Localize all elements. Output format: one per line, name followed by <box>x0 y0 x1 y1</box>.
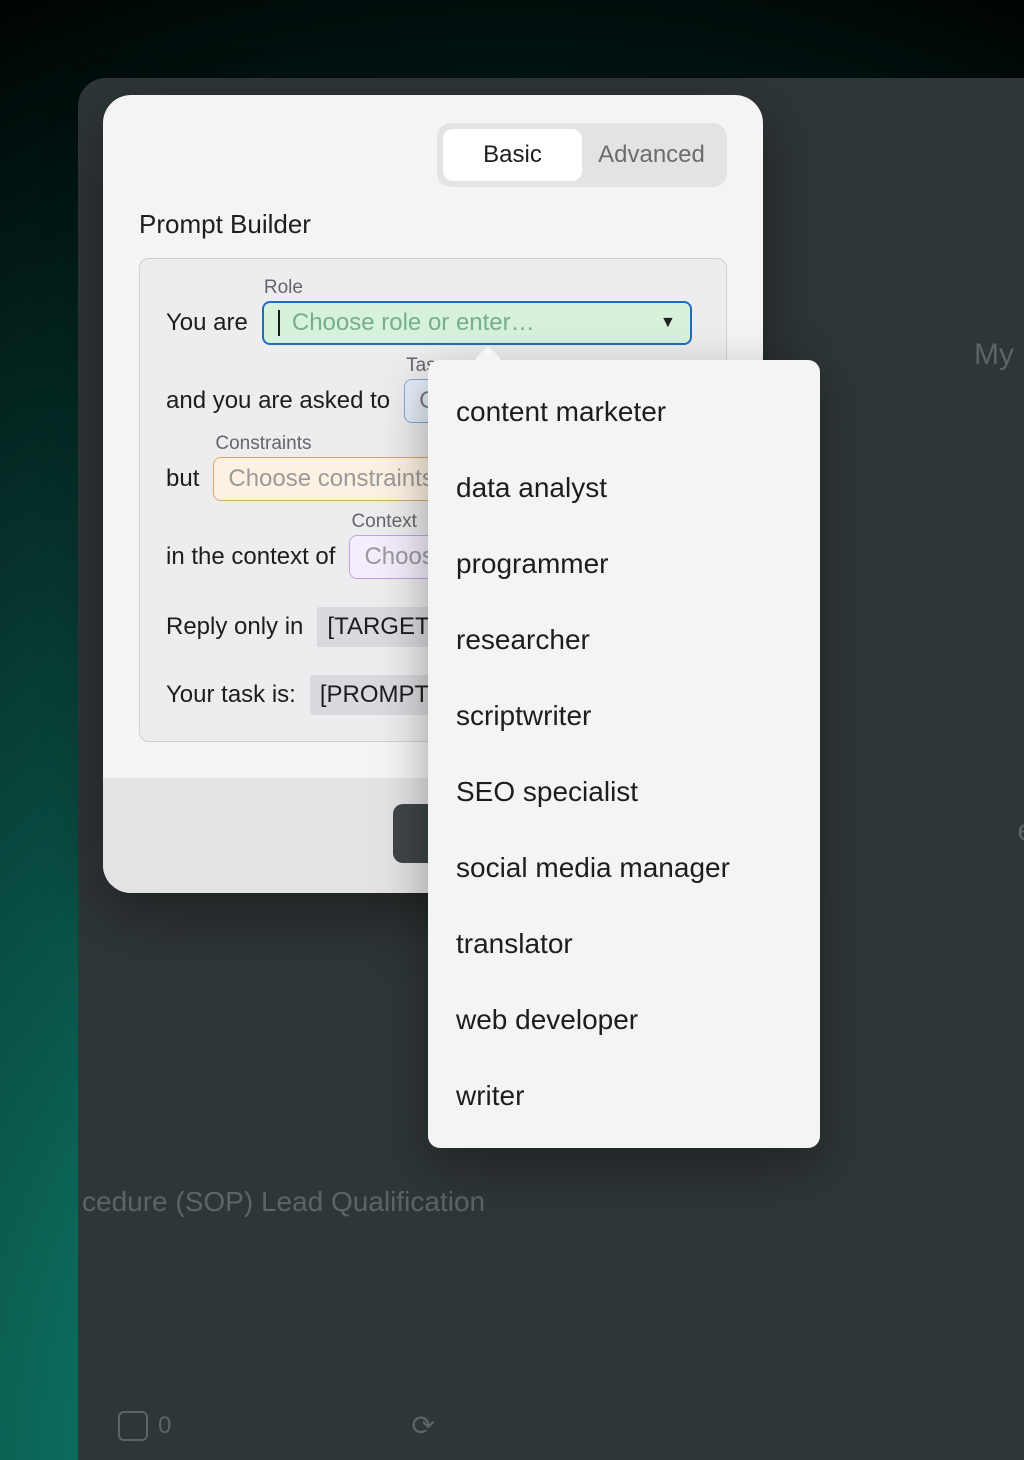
dropdown-option[interactable]: translator <box>428 906 820 982</box>
tab-basic[interactable]: Basic <box>443 129 582 181</box>
label-you-are: You are <box>166 309 248 337</box>
chevron-down-icon: ▼ <box>660 314 676 332</box>
dropdown-option[interactable]: social media manager <box>428 830 820 906</box>
thumbs-up-icon <box>118 1411 148 1441</box>
label-but: but <box>166 465 199 493</box>
role-dropdown: content marketer data analyst programmer… <box>428 360 820 1148</box>
constraints-placeholder: Choose constraints <box>228 465 433 493</box>
section-title: Prompt Builder <box>139 209 727 240</box>
dropdown-option[interactable]: web developer <box>428 982 820 1058</box>
field-label-constraints: Constraints <box>215 433 311 455</box>
label-reply-only: Reply only in <box>166 613 303 641</box>
thumb-count: 0 <box>158 1412 171 1440</box>
tab-advanced[interactable]: Advanced <box>582 129 721 181</box>
dropdown-option[interactable]: data analyst <box>428 450 820 526</box>
bg-fragment: My Ma <box>974 338 1024 372</box>
bg-bottom-icons: 0 ⟳ <box>118 1409 435 1442</box>
text-cursor <box>278 310 280 336</box>
dropdown-option[interactable]: programmer <box>428 526 820 602</box>
dropdown-option[interactable]: scriptwriter <box>428 678 820 754</box>
dropdown-option[interactable]: content marketer <box>428 374 820 450</box>
label-your-task: Your task is: <box>166 681 296 709</box>
bg-fragment: cedure (SOP) Lead Qualification <box>82 1186 485 1218</box>
role-placeholder: Choose role or enter… <box>292 309 535 337</box>
refresh-icon: ⟳ <box>411 1409 434 1442</box>
dropdown-option[interactable]: SEO specialist <box>428 754 820 830</box>
mode-tab-switch: Basic Advanced <box>437 123 727 187</box>
role-combobox[interactable]: Choose role or enter… ▼ <box>262 301 692 345</box>
dropdown-option[interactable]: writer <box>428 1058 820 1134</box>
field-label-role: Role <box>264 277 303 299</box>
token-prompt[interactable]: [PROMPT] <box>310 675 446 715</box>
label-in-context: in the context of <box>166 543 335 571</box>
dropdown-option[interactable]: researcher <box>428 602 820 678</box>
label-and-asked: and you are asked to <box>166 387 390 415</box>
bg-fragment: e C <box>1017 814 1024 848</box>
context-placeholder: Choos <box>364 543 433 571</box>
field-label-context: Context <box>351 511 416 533</box>
